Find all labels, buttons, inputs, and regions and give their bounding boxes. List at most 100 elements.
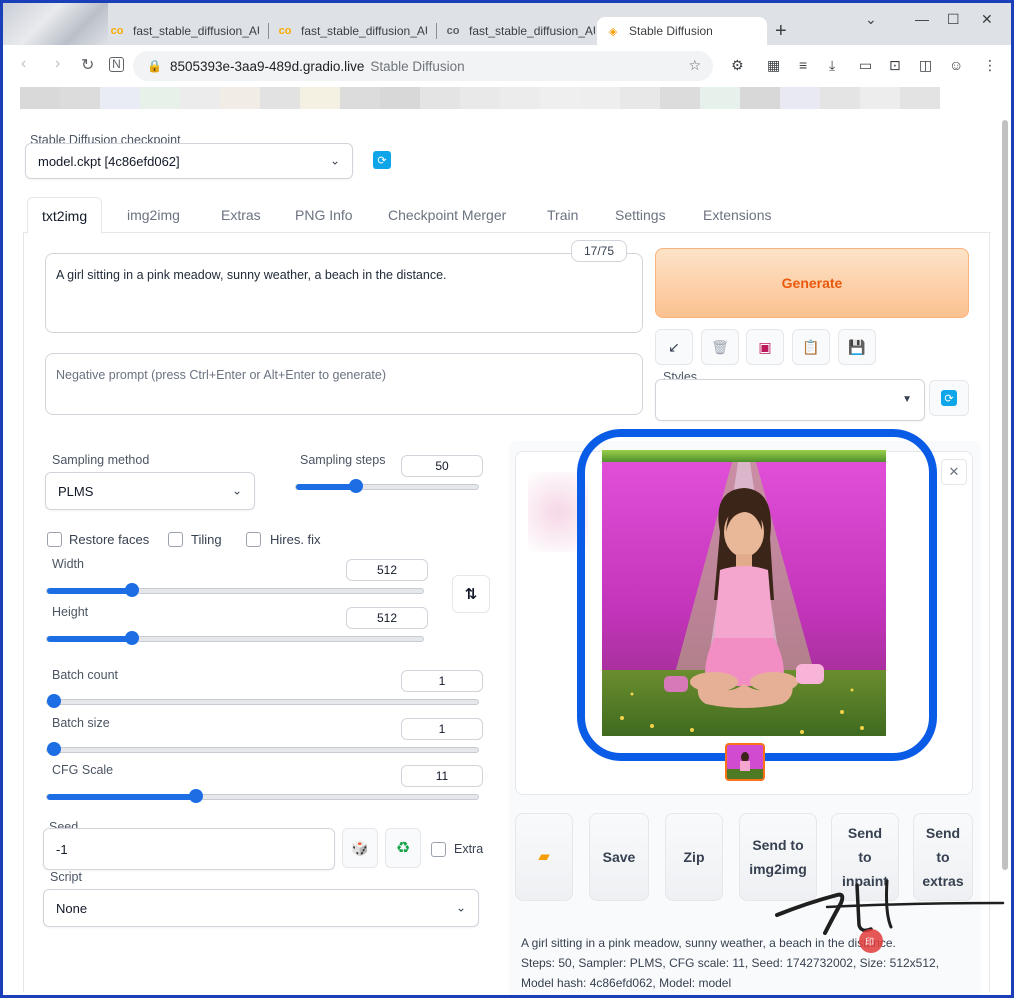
clipboard-icon[interactable]: 📋 [792, 329, 830, 365]
paste-arrow-icon[interactable]: ↙ [655, 329, 693, 365]
forward-icon[interactable]: › [55, 55, 60, 73]
slider-knob[interactable] [124, 583, 139, 597]
width-input[interactable]: 512 [346, 559, 428, 581]
seed-input[interactable]: -1 [43, 828, 335, 870]
page-scrollbar[interactable] [1002, 120, 1008, 870]
styles-dropdown[interactable]: ▼ [655, 379, 925, 421]
download-icon[interactable]: ⤓ [829, 57, 835, 74]
caret-down-icon: ▼ [902, 393, 912, 405]
style-card-icon[interactable]: ▣ [746, 329, 784, 365]
save-button[interactable]: Save [589, 813, 649, 901]
script-label: Script [50, 870, 82, 884]
chevron-down-icon: ⌄ [455, 900, 466, 915]
flag-extension-icon[interactable]: ▦ [767, 57, 780, 74]
image-highlight-frame [577, 429, 937, 761]
address-bar[interactable]: 🔒 8505393e-3aa9-489d.gradio.live Stable … [133, 51, 713, 81]
extension-icon[interactable]: ⚙ [731, 57, 744, 74]
gallery-thumbnail[interactable] [725, 743, 765, 781]
zip-button[interactable]: Zip [665, 813, 723, 901]
back-icon[interactable]: ‹ [21, 55, 26, 73]
hires-fix-label: Hires. fix [270, 532, 321, 547]
tab-extras[interactable]: Extras [221, 197, 261, 233]
tab-title: fast_stable_diffusion_AU [301, 24, 427, 38]
checkpoint-dropdown[interactable]: model.ckpt [4c86efd062] ⌄ [25, 143, 353, 179]
menu-icon[interactable]: ⋮ [983, 57, 997, 74]
sidebar-icon[interactable]: ◫ [919, 57, 932, 74]
script-dropdown[interactable]: None ⌄ [43, 889, 479, 927]
cfg-scale-input[interactable]: 11 [401, 765, 483, 787]
extra-seed-checkbox[interactable] [431, 842, 446, 857]
reading-list-icon[interactable]: ≡ [799, 57, 807, 73]
tab-settings[interactable]: Settings [615, 197, 666, 233]
screenshot-icon[interactable]: ⊡ [889, 57, 901, 74]
recycle-icon[interactable]: ♻ [385, 828, 421, 868]
browser-tab-1[interactable]: co fast_stable_diffusion_AU [101, 17, 269, 45]
cast-icon[interactable]: ▭ [859, 57, 872, 74]
close-icon[interactable]: ✕ [941, 459, 967, 485]
browser-tab-2[interactable]: co fast_stable_diffusion_AU [269, 17, 437, 45]
refresh-styles-button[interactable]: ⟳ [929, 380, 969, 416]
batch-size-label: Batch size [52, 716, 110, 730]
browser-tab-3[interactable]: co fast_stable_diffusion_AU [437, 17, 597, 45]
url-host: 8505393e-3aa9-489d.gradio.live [169, 58, 365, 74]
browser-window: co fast_stable_diffusion_AU co fast_stab… [3, 3, 1011, 995]
info-model: Model hash: 4c86efd062, Model: model [521, 976, 732, 990]
profile-icon[interactable]: ☺ [949, 57, 963, 73]
trash-icon[interactable]: 🗑 [701, 329, 739, 365]
sampling-method-dropdown[interactable]: PLMS ⌄ [45, 472, 255, 510]
width-label: Width [52, 557, 84, 571]
gradio-icon: ◈ [608, 25, 618, 38]
notion-extension-icon[interactable]: N [109, 57, 124, 72]
batch-size-input[interactable]: 1 [401, 718, 483, 740]
batch-size-slider[interactable] [46, 742, 479, 756]
browser-tab-active[interactable]: ◈ Stable Diffusion [597, 17, 767, 45]
batch-count-slider[interactable] [46, 694, 479, 708]
tab-train[interactable]: Train [547, 197, 578, 233]
tab-title: Stable Diffusion [629, 24, 713, 38]
chevron-down-icon: ⌄ [231, 483, 242, 498]
checkpoint-value: model.ckpt [4c86efd062] [38, 153, 180, 169]
maximize-button[interactable]: ☐ [947, 11, 960, 28]
negative-prompt-textarea[interactable]: Negative prompt (press Ctrl+Enter or Alt… [45, 353, 643, 415]
prompt-textarea[interactable]: A girl sitting in a pink meadow, sunny w… [45, 253, 643, 333]
restore-faces-checkbox[interactable] [47, 532, 62, 547]
hires-fix-checkbox[interactable] [246, 532, 261, 547]
cfg-scale-slider[interactable] [46, 789, 479, 803]
colab-icon: co [110, 25, 124, 37]
width-slider[interactable] [46, 583, 424, 597]
open-folder-icon[interactable]: ▰ [515, 813, 573, 901]
slider-knob[interactable] [188, 789, 203, 803]
url-page-title: Stable Diffusion [370, 58, 465, 74]
slider-knob[interactable] [124, 631, 139, 645]
height-input[interactable]: 512 [346, 607, 428, 629]
restore-faces-label: Restore faces [69, 532, 150, 547]
browser-toolbar: ‹ › ↻ N 🔒 8505393e-3aa9-489d.gradio.live… [3, 45, 1011, 85]
close-window-button[interactable]: ✕ [981, 11, 993, 28]
sampling-steps-input[interactable]: 50 [401, 455, 483, 477]
colab-icon: co [278, 25, 292, 37]
tab-png-info[interactable]: PNG Info [295, 197, 353, 233]
random-dice-icon[interactable]: 🎲 [342, 828, 378, 868]
sampling-steps-slider[interactable] [295, 479, 479, 493]
tiling-checkbox[interactable] [168, 532, 183, 547]
bookmark-star-icon[interactable]: ☆ [688, 57, 701, 74]
tab-search-icon[interactable]: ⌄ [865, 11, 877, 28]
refresh-icon[interactable]: ⟳ [373, 151, 391, 169]
generate-button[interactable]: Generate [655, 248, 969, 318]
handwritten-signature-watermark: 印 [775, 879, 1005, 953]
new-tab-button[interactable]: + [775, 20, 787, 43]
lock-icon: 🔒 [147, 59, 162, 73]
slider-knob[interactable] [47, 742, 61, 756]
slider-knob[interactable] [348, 479, 363, 493]
tab-extensions[interactable]: Extensions [703, 197, 771, 233]
height-slider[interactable] [46, 631, 424, 645]
tab-checkpoint-merger[interactable]: Checkpoint Merger [388, 197, 506, 233]
slider-knob[interactable] [47, 694, 61, 708]
minimize-button[interactable]: — [915, 11, 929, 27]
reload-icon[interactable]: ↻ [81, 55, 94, 75]
save-style-icon[interactable]: 💾 [838, 329, 876, 365]
tab-img2img[interactable]: img2img [127, 197, 180, 233]
tab-txt2img[interactable]: txt2img [27, 197, 103, 234]
batch-count-input[interactable]: 1 [401, 670, 483, 692]
swap-dimensions-icon[interactable]: ⇅ [452, 575, 490, 613]
